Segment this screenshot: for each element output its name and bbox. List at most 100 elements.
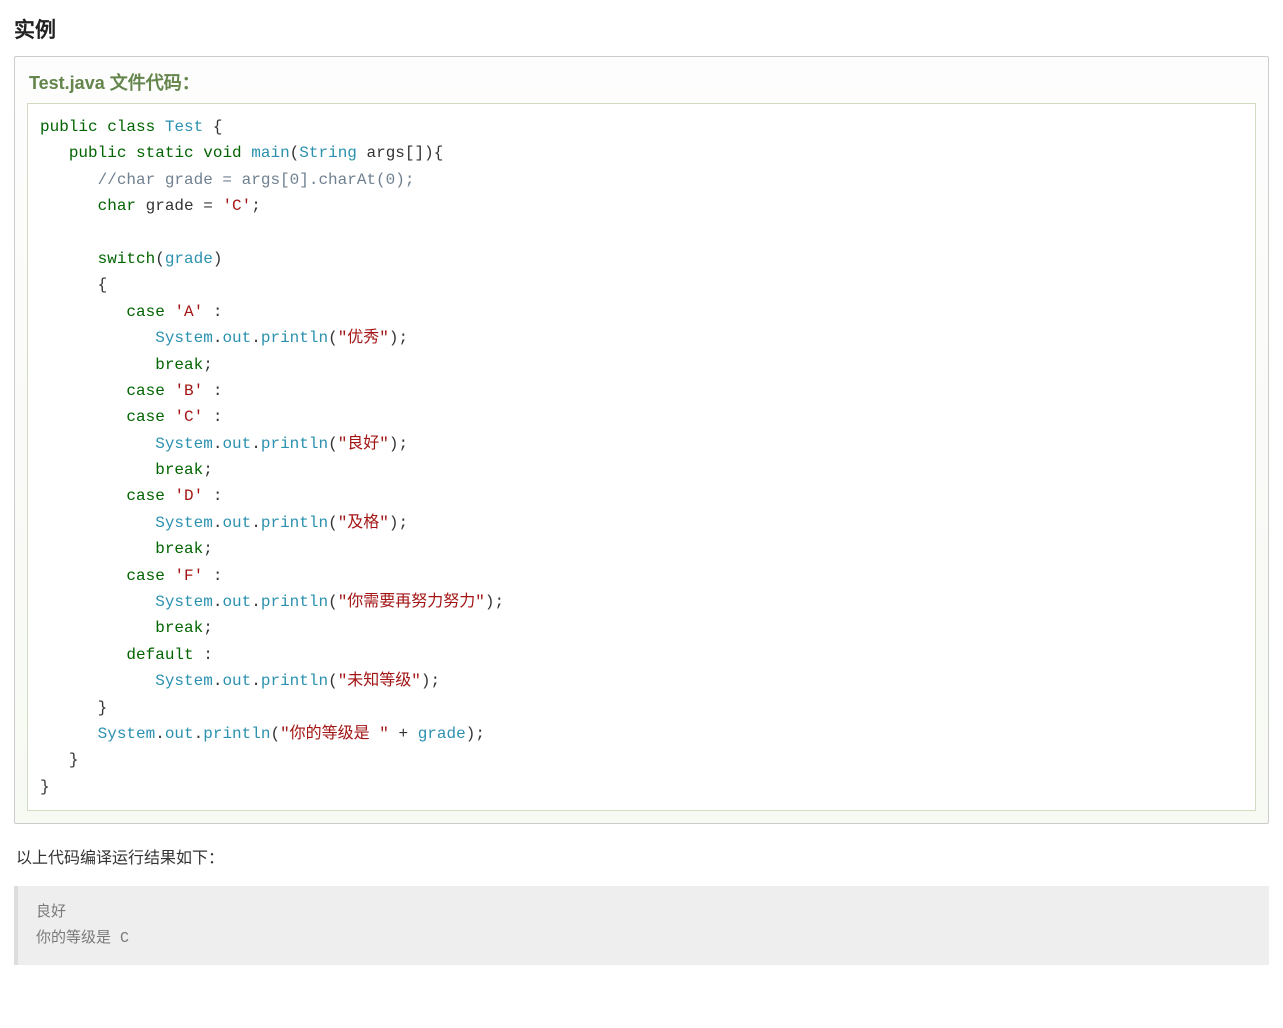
comment: //char grade = args[0].charAt(0); <box>98 171 415 189</box>
semicolon: ; <box>251 197 261 215</box>
string-literal: "未知等级" <box>338 672 421 690</box>
keyword-case: case <box>126 408 164 426</box>
dot: . <box>213 435 223 453</box>
keyword-default: default <box>126 646 193 664</box>
string-literal: "你的等级是 " <box>280 725 389 743</box>
keyword-char: char <box>98 197 136 215</box>
result-label: 以上代码编译运行结果如下： <box>14 844 1269 868</box>
method-println: println <box>261 435 328 453</box>
string-literal: "你需要再努力努力" <box>338 593 485 611</box>
keyword-case: case <box>126 567 164 585</box>
colon: : <box>203 382 222 400</box>
field-out: out <box>165 725 194 743</box>
keyword-static: static <box>136 144 194 162</box>
dot: . <box>213 514 223 532</box>
class-system: System <box>155 329 213 347</box>
keyword-break: break <box>155 461 203 479</box>
colon: : <box>203 408 222 426</box>
dot: . <box>213 329 223 347</box>
keyword-case: case <box>126 303 164 321</box>
brace: { <box>203 118 222 136</box>
paren: ); <box>389 514 408 532</box>
plus: + <box>389 725 418 743</box>
paren: ); <box>389 329 408 347</box>
output-line: 良好 <box>36 904 66 921</box>
method-println: println <box>261 593 328 611</box>
class-system: System <box>155 435 213 453</box>
dot: . <box>251 435 261 453</box>
keyword-switch: switch <box>98 250 156 268</box>
colon: : <box>203 303 222 321</box>
dot: . <box>155 725 165 743</box>
char-literal: 'C' <box>174 408 203 426</box>
class-name: Test <box>165 118 203 136</box>
paren: ); <box>485 593 504 611</box>
method-main: main <box>251 144 289 162</box>
output-line: 你的等级是 C <box>36 930 129 947</box>
example-box: Test.java 文件代码： public class Test { publ… <box>14 56 1269 824</box>
example-header: Test.java 文件代码： <box>27 69 1256 95</box>
identifier: grade <box>418 725 466 743</box>
dot: . <box>213 672 223 690</box>
dot: . <box>251 329 261 347</box>
output-block: 良好 你的等级是 C <box>14 886 1269 965</box>
dot: . <box>251 672 261 690</box>
method-println: println <box>261 329 328 347</box>
method-println: println <box>203 725 270 743</box>
paren: ); <box>421 672 440 690</box>
field-out: out <box>222 672 251 690</box>
char-literal: 'F' <box>174 567 203 585</box>
method-println: println <box>261 672 328 690</box>
paren: ( <box>155 250 165 268</box>
semicolon: ; <box>203 461 213 479</box>
section-title: 实例 <box>14 14 1269 44</box>
brace: } <box>69 751 79 769</box>
char-literal: 'A' <box>174 303 203 321</box>
paren: ( <box>328 514 338 532</box>
keyword-public: public <box>40 118 98 136</box>
dot: . <box>194 725 204 743</box>
field-out: out <box>222 435 251 453</box>
keyword-class: class <box>107 118 155 136</box>
field-out: out <box>222 593 251 611</box>
paren: ); <box>466 725 485 743</box>
code-block: public class Test { public static void m… <box>27 103 1256 811</box>
keyword-case: case <box>126 382 164 400</box>
brace: } <box>40 778 50 796</box>
field-out: out <box>222 514 251 532</box>
type-string: String <box>299 144 357 162</box>
semicolon: ; <box>203 356 213 374</box>
paren: ( <box>270 725 280 743</box>
keyword-break: break <box>155 356 203 374</box>
keyword-public: public <box>69 144 127 162</box>
dot: . <box>251 593 261 611</box>
dot: . <box>213 593 223 611</box>
class-system: System <box>155 672 213 690</box>
string-literal: "优秀" <box>338 329 389 347</box>
paren: ); <box>389 435 408 453</box>
brace: } <box>98 699 108 717</box>
keyword-break: break <box>155 540 203 558</box>
char-literal: 'C' <box>222 197 251 215</box>
colon: : <box>203 487 222 505</box>
semicolon: ; <box>203 619 213 637</box>
paren: ( <box>328 329 338 347</box>
class-system: System <box>155 593 213 611</box>
colon: : <box>194 646 213 664</box>
keyword-case: case <box>126 487 164 505</box>
string-literal: "良好" <box>338 435 389 453</box>
colon: : <box>203 567 222 585</box>
keyword-void: void <box>203 144 241 162</box>
paren: ( <box>290 144 300 162</box>
dot: . <box>251 514 261 532</box>
class-system: System <box>155 514 213 532</box>
paren: ( <box>328 672 338 690</box>
args-decl: args[]){ <box>357 144 443 162</box>
method-println: println <box>261 514 328 532</box>
semicolon: ; <box>203 540 213 558</box>
identifier: grade <box>165 250 213 268</box>
class-system: System <box>98 725 156 743</box>
field-out: out <box>222 329 251 347</box>
brace: { <box>98 276 108 294</box>
char-literal: 'D' <box>174 487 203 505</box>
